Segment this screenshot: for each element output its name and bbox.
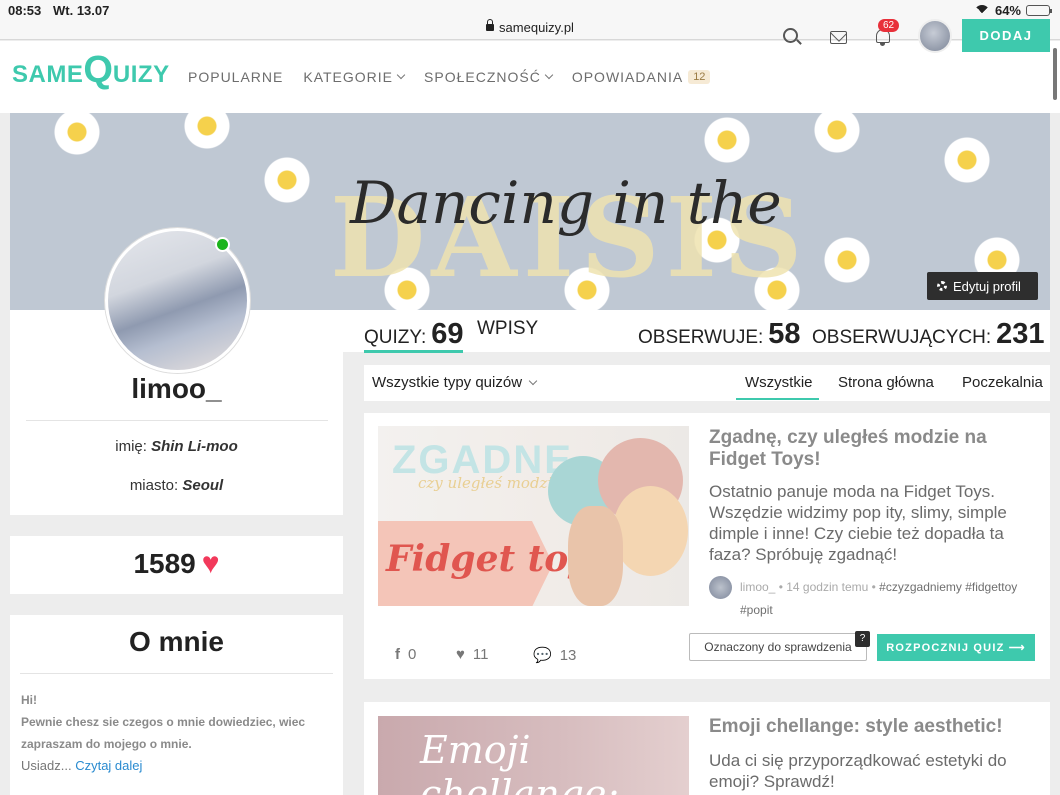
daisy-decoration	[180, 113, 234, 153]
profile-city-value: Seoul	[182, 477, 224, 494]
main-menu: POPULARNE KATEGORIE SPOŁECZNOŚĆ OPOWIADA…	[188, 69, 711, 85]
status-bar: 08:53 Wt. 13.07 samequizy.pl 64%	[0, 0, 1060, 40]
lock-icon	[486, 19, 495, 31]
tab-strona-glowna[interactable]: Strona główna	[838, 374, 934, 391]
chevron-down-icon	[528, 376, 538, 385]
about-text-line: Hi!	[21, 693, 37, 707]
about-title: O mnie	[129, 626, 224, 657]
tab-wszystkie[interactable]: Wszystkie	[745, 374, 813, 391]
search-icon[interactable]	[783, 28, 798, 43]
opowiadania-badge: 12	[688, 70, 711, 84]
url-text: samequizy.pl	[499, 20, 574, 35]
quiz-thumbnail[interactable]: ZGADNĘ czy uległeś modzie na Fidget toys…	[378, 426, 689, 606]
following-count: 58	[768, 318, 801, 350]
battery-icon	[1026, 5, 1052, 16]
quiz-thumbnail[interactable]: Emoji chellange:	[378, 716, 689, 795]
profile-name-value: Shin Li-moo	[151, 438, 238, 455]
notification-badge: 62	[878, 19, 900, 32]
likes-counter: 1589 ♥	[133, 547, 220, 580]
gear-icon	[937, 281, 947, 291]
quiz-tags[interactable]: #czyzgadniemy #fidgettoy	[879, 580, 1017, 594]
profile-avatar	[105, 228, 250, 373]
edit-profile-button[interactable]: Edytuj profil	[927, 272, 1038, 300]
banner-script-text: Dancing in the	[350, 169, 782, 237]
marked-for-review-button[interactable]: Oznaczony do sprawdzenia	[689, 633, 867, 661]
divider	[20, 673, 333, 674]
about-text-line: zapraszam do mojego o mnie.	[21, 737, 192, 751]
quiz-tags[interactable]: #popit	[740, 603, 773, 617]
add-button[interactable]: DODAJ	[962, 19, 1050, 52]
quiz-title[interactable]: Zgadnę, czy uległeś modzie na Fidget Toy…	[709, 427, 1034, 471]
top-navigation: SAME Q UIZY POPULARNE KATEGORIE SPOŁECZNOŚ…	[0, 41, 1060, 113]
online-status-dot	[215, 237, 230, 252]
samequizy-logo[interactable]: SAME Q UIZY	[12, 51, 170, 89]
mail-icon[interactable]	[830, 31, 847, 44]
quiz-description: Uda ci się przyporządkować estetyki do e…	[709, 751, 1007, 791]
share-counter[interactable]: f0	[395, 646, 416, 663]
daisy-decoration	[700, 113, 754, 167]
user-avatar[interactable]	[918, 19, 952, 53]
menu-opowiadania[interactable]: OPOWIADANIA 12	[572, 69, 711, 85]
active-filter-indicator	[736, 398, 819, 400]
status-right: 64%	[973, 3, 1052, 18]
chevron-down-icon	[544, 70, 554, 80]
profile-username: limoo_	[131, 373, 222, 404]
status-date: Wt. 13.07	[53, 3, 110, 18]
status-time: 08:53	[8, 3, 42, 18]
profile-name-row: imię: Shin Li-moo	[115, 438, 238, 455]
address-bar[interactable]: samequizy.pl	[0, 19, 1060, 35]
about-text-line: Pewnie chesz sie czegos o mnie dowiedzie…	[21, 715, 306, 729]
comment-icon: 💬	[533, 647, 552, 664]
like-counter[interactable]: ♥ 11	[456, 646, 488, 663]
daisy-decoration	[50, 113, 104, 159]
followers-stat[interactable]: OBSERWUJĄCYCH: 231	[812, 318, 1045, 351]
battery-percent: 64%	[994, 3, 1021, 18]
comment-counter[interactable]: 💬 13	[533, 646, 576, 665]
quiz-title[interactable]: Emoji chellange: style aesthetic!	[709, 716, 1034, 738]
heart-icon: ♥	[201, 547, 220, 580]
about-text-line: Usiadz... Czytaj dalej	[21, 758, 143, 773]
quiz-time: 14 godzin temu	[786, 580, 869, 594]
tab-poczekalnia[interactable]: Poczekalnia	[962, 374, 1043, 391]
profile-city-row: miasto: Seoul	[129, 477, 224, 494]
wifi-icon	[973, 4, 990, 17]
quizy-count: 69	[431, 318, 464, 350]
quiz-description: Ostatnio panuje moda na Fidget Toys. Wsz…	[709, 482, 1007, 564]
tab-wpisy[interactable]: WPISY	[477, 318, 538, 340]
help-badge[interactable]: ?	[855, 631, 870, 647]
facebook-icon: f	[395, 646, 400, 663]
quiz-type-select[interactable]: Wszystkie typy quizów	[372, 374, 538, 391]
followers-count: 231	[996, 318, 1045, 350]
tab-quizy[interactable]: QUIZY: 69	[364, 318, 464, 351]
daisy-decoration	[940, 133, 994, 187]
heart-icon: ♥	[456, 646, 465, 663]
chevron-down-icon	[396, 70, 406, 80]
active-tab-indicator	[364, 350, 463, 353]
daisy-decoration	[810, 113, 864, 157]
menu-kategorie[interactable]: KATEGORIE	[303, 69, 406, 85]
daisy-decoration	[260, 153, 314, 207]
scrollbar[interactable]	[1053, 48, 1057, 100]
menu-popularne[interactable]: POPULARNE	[188, 69, 283, 85]
daisy-decoration	[820, 233, 874, 287]
divider	[26, 420, 328, 421]
menu-spolecznosc[interactable]: SPOŁECZNOŚĆ	[424, 69, 554, 85]
quiz-meta: limoo_ • 14 godzin temu • #czyzgadniemy …	[740, 580, 1018, 617]
author-name[interactable]: limoo_	[740, 580, 775, 594]
read-more-link[interactable]: Czytaj dalej	[75, 758, 142, 773]
following-stat[interactable]: OBSERWUJE: 58	[638, 318, 801, 351]
start-quiz-button[interactable]: ROZPOCZNIJ QUIZ ⟶	[877, 634, 1035, 661]
